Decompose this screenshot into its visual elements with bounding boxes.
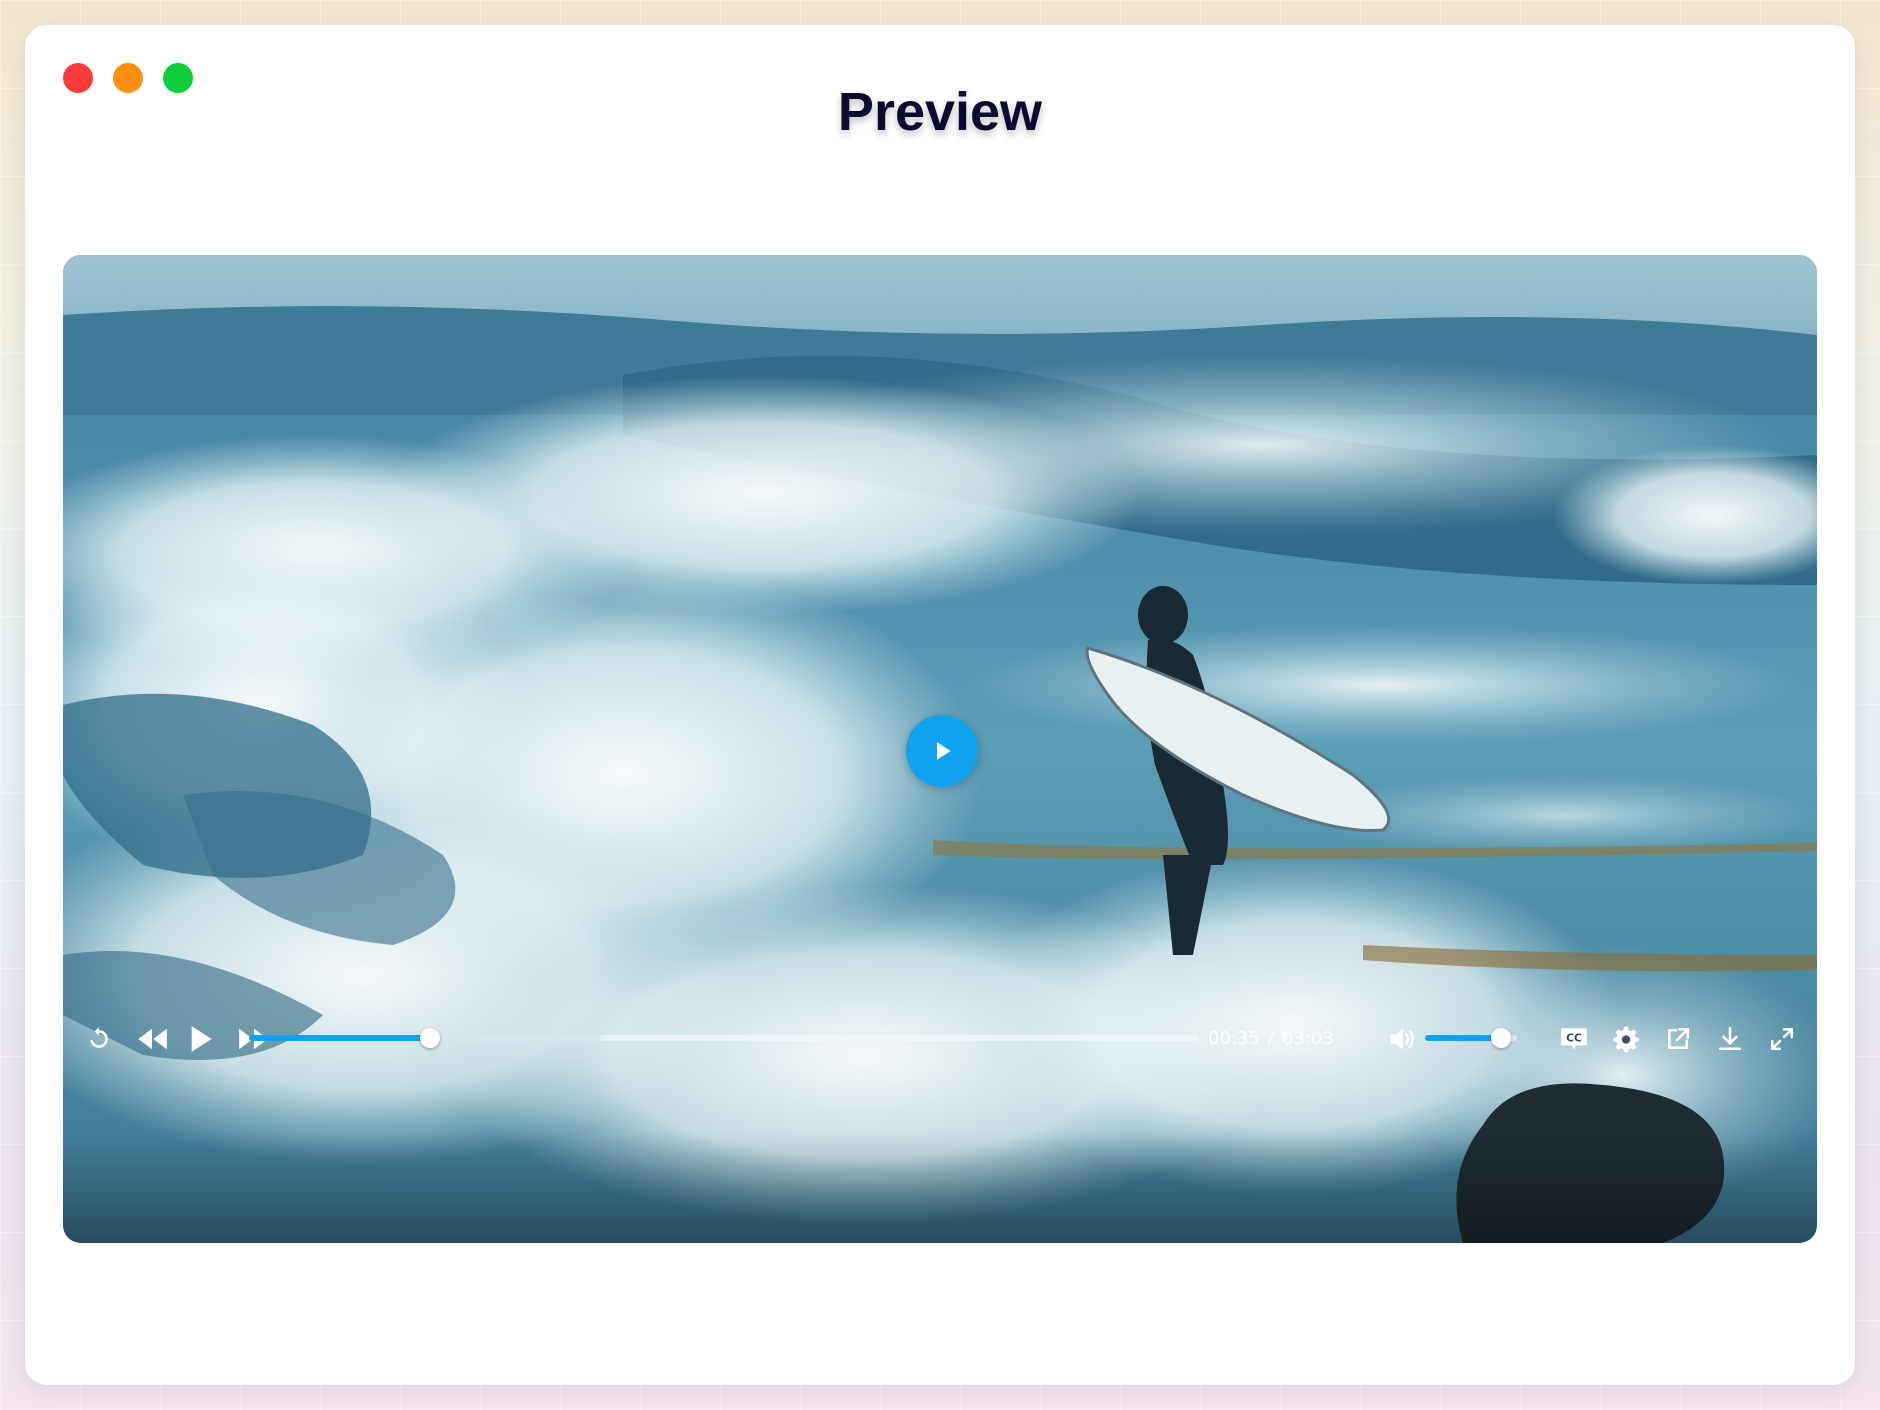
- play-button[interactable]: [187, 1024, 215, 1054]
- play-icon: [937, 742, 951, 760]
- speaker-icon: [1390, 1028, 1414, 1050]
- preview-window: Preview 00:35 / 03:03 CC: [25, 25, 1855, 1385]
- fullscreen-button[interactable]: [1767, 1024, 1797, 1054]
- volume-level: [1425, 1035, 1502, 1041]
- time-display: 00:35 / 03:03: [1208, 1027, 1334, 1051]
- settings-button[interactable]: [1611, 1024, 1641, 1054]
- seek-bar-played: [249, 1035, 430, 1041]
- replay-icon: [90, 1027, 108, 1048]
- video-player[interactable]: [63, 255, 1817, 1243]
- seek-bar-handle[interactable]: [419, 1028, 440, 1048]
- current-time: 00:35: [1208, 1028, 1260, 1049]
- external-link-icon: [1668, 1027, 1690, 1049]
- rewind-button[interactable]: [135, 1025, 169, 1053]
- download-icon: [1718, 1026, 1742, 1051]
- rewind-icon: [138, 1028, 167, 1050]
- svg-text:CC: CC: [1566, 1032, 1582, 1045]
- cc-icon: CC: [1561, 1028, 1587, 1050]
- play-icon: [191, 1026, 212, 1052]
- volume-slider[interactable]: [1425, 1028, 1517, 1048]
- window-title: Preview: [837, 82, 1043, 142]
- control-bar: [63, 1133, 1817, 1243]
- gear-icon: [1613, 1026, 1639, 1053]
- seek-bar[interactable]: [249, 1028, 1199, 1048]
- download-button[interactable]: [1715, 1024, 1745, 1054]
- mute-button[interactable]: [1388, 1025, 1418, 1053]
- pop-out-button[interactable]: [1663, 1024, 1693, 1054]
- duration: 03:03: [1281, 1028, 1334, 1049]
- fullscreen-icon: [1770, 1027, 1794, 1051]
- big-play-button[interactable]: [906, 715, 978, 787]
- captions-button[interactable]: CC: [1559, 1024, 1589, 1054]
- replay-button[interactable]: [85, 1025, 113, 1053]
- time-separator: /: [1267, 1028, 1274, 1049]
